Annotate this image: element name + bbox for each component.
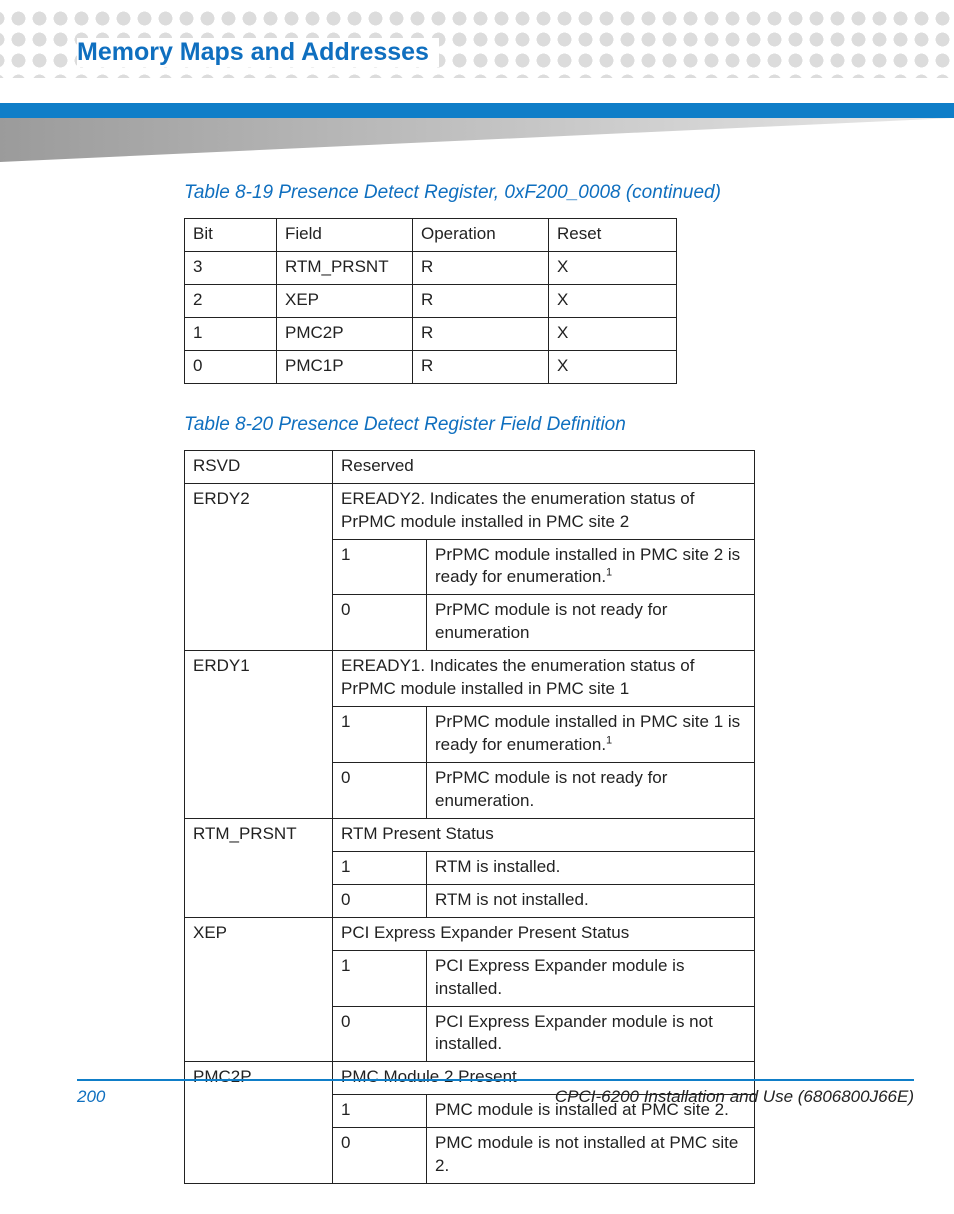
header-bar: [0, 103, 954, 118]
table-8-19-caption: Table 8-19 Presence Detect Register, 0xF…: [184, 182, 876, 204]
table-8-19: Bit Field Operation Reset 3 RTM_PRSNT R …: [184, 218, 677, 384]
field-value: 0: [333, 1006, 427, 1062]
table-row: 0 PMC1P R X: [185, 350, 677, 383]
table-row: ERDY2 EREADY2. Indicates the enumeration…: [185, 483, 755, 539]
table-8-20: RSVD Reserved ERDY2 EREADY2. Indicates t…: [184, 450, 755, 1184]
cell-operation: R: [413, 251, 549, 284]
footer-row: 200 CPCI-6200 Installation and Use (6806…: [77, 1087, 914, 1107]
col-reset: Reset: [549, 219, 677, 252]
field-desc: RTM Present Status: [333, 818, 755, 851]
footer: 200 CPCI-6200 Installation and Use (6806…: [77, 1079, 914, 1107]
cell-reset: X: [549, 317, 677, 350]
cell-reset: X: [549, 251, 677, 284]
field-name: XEP: [185, 917, 333, 1062]
field-value-desc: PCI Express Expander module is installed…: [427, 950, 755, 1006]
field-value-desc: PrPMC module is not ready for enumeratio…: [427, 763, 755, 819]
footnote-ref: 1: [606, 567, 612, 579]
cell-field: RTM_PRSNT: [277, 251, 413, 284]
doc-title: CPCI-6200 Installation and Use (6806800J…: [555, 1087, 914, 1107]
table-row: 2 XEP R X: [185, 284, 677, 317]
field-desc: PCI Express Expander Present Status: [333, 917, 755, 950]
field-value-desc: RTM is installed.: [427, 851, 755, 884]
field-name: ERDY2: [185, 483, 333, 651]
cell-bit: 0: [185, 350, 277, 383]
cell-reset: X: [549, 350, 677, 383]
field-value-desc: PrPMC module is not ready for enumeratio…: [427, 595, 755, 651]
table-row: RSVD Reserved: [185, 450, 755, 483]
col-bit: Bit: [185, 219, 277, 252]
cell-bit: 2: [185, 284, 277, 317]
text: PrPMC module installed in PMC site 2 is …: [435, 545, 740, 587]
field-name: RSVD: [185, 450, 333, 483]
table-header-row: Bit Field Operation Reset: [185, 219, 677, 252]
page: Memory Maps and Addresses Table 8-19 Pre…: [0, 0, 954, 1145]
field-value: 1: [333, 851, 427, 884]
field-value-desc: PrPMC module installed in PMC site 2 is …: [427, 539, 755, 595]
page-number: 200: [77, 1087, 105, 1107]
table-row: RTM_PRSNT RTM Present Status: [185, 818, 755, 851]
field-desc: EREADY1. Indicates the enumeration statu…: [333, 651, 755, 707]
field-value: 0: [333, 1128, 427, 1184]
cell-field: XEP: [277, 284, 413, 317]
field-value-desc: PrPMC module installed in PMC site 1 is …: [427, 707, 755, 763]
field-value: 0: [333, 884, 427, 917]
col-operation: Operation: [413, 219, 549, 252]
col-field: Field: [277, 219, 413, 252]
cell-operation: R: [413, 317, 549, 350]
cell-bit: 1: [185, 317, 277, 350]
field-value: 0: [333, 763, 427, 819]
field-value-desc: RTM is not installed.: [427, 884, 755, 917]
field-value-desc: PCI Express Expander module is not insta…: [427, 1006, 755, 1062]
content: Table 8-19 Presence Detect Register, 0xF…: [0, 182, 954, 1214]
field-desc: EREADY2. Indicates the enumeration statu…: [333, 483, 755, 539]
field-value: 1: [333, 539, 427, 595]
cell-field: PMC1P: [277, 350, 413, 383]
field-value: 1: [333, 950, 427, 1006]
page-title-wrap: Memory Maps and Addresses: [77, 38, 439, 67]
footnote-ref: 1: [606, 734, 612, 746]
table-row: XEP PCI Express Expander Present Status: [185, 917, 755, 950]
cell-reset: X: [549, 284, 677, 317]
field-name: ERDY1: [185, 651, 333, 819]
table-row: 3 RTM_PRSNT R X: [185, 251, 677, 284]
table-8-20-caption: Table 8-20 Presence Detect Register Fiel…: [184, 414, 876, 436]
cell-field: PMC2P: [277, 317, 413, 350]
footer-rule: [77, 1079, 914, 1081]
header-wedge: [0, 118, 954, 162]
table-row: 1 PMC2P R X: [185, 317, 677, 350]
cell-operation: R: [413, 350, 549, 383]
field-value-desc: PMC module is not installed at PMC site …: [427, 1128, 755, 1184]
text: PrPMC module installed in PMC site 1 is …: [435, 712, 740, 754]
field-name: RTM_PRSNT: [185, 818, 333, 917]
cell-bit: 3: [185, 251, 277, 284]
field-desc: Reserved: [333, 450, 755, 483]
cell-operation: R: [413, 284, 549, 317]
page-title: Memory Maps and Addresses: [77, 38, 429, 66]
field-value: 1: [333, 707, 427, 763]
table-row: ERDY1 EREADY1. Indicates the enumeration…: [185, 651, 755, 707]
field-value: 0: [333, 595, 427, 651]
